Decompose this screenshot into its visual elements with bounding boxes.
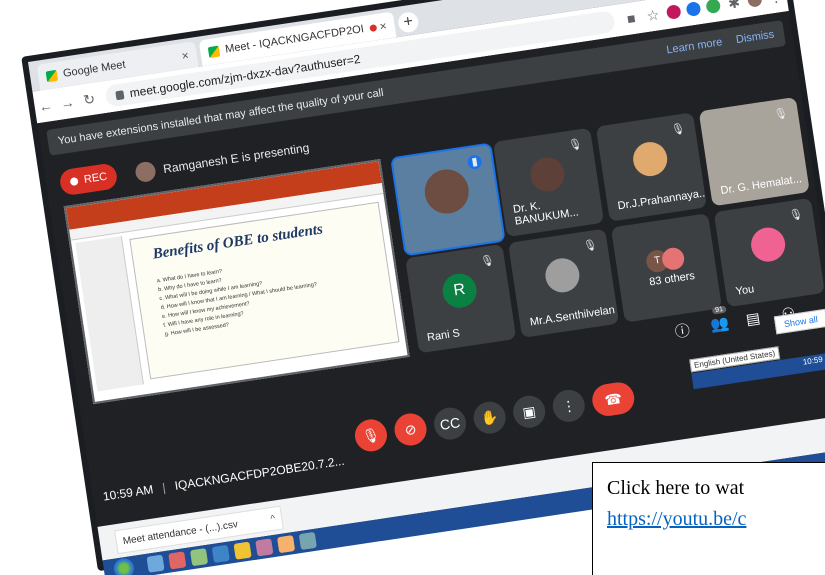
extension-icon[interactable] xyxy=(705,0,722,15)
record-dot-icon xyxy=(69,176,79,187)
mic-off-icon: 🎙 xyxy=(788,208,804,223)
rec-label: REC xyxy=(83,170,108,186)
mic-off-icon: 🎙 xyxy=(582,238,599,253)
recording-badge: REC xyxy=(58,162,119,197)
profile-avatar[interactable] xyxy=(746,0,763,8)
participant-tile-self[interactable]: 🎙 You xyxy=(713,197,825,308)
extension-icon[interactable] xyxy=(665,4,682,20)
avatar xyxy=(543,256,582,295)
start-button-icon[interactable] xyxy=(112,557,136,575)
taskbar-app-icon[interactable] xyxy=(189,548,209,567)
chevron-up-icon[interactable]: ^ xyxy=(270,513,276,525)
taskbar-app-icon[interactable] xyxy=(277,535,296,554)
puzzle-icon[interactable]: ✱ xyxy=(722,0,746,13)
taskbar-app-icon[interactable] xyxy=(211,544,230,563)
participant-tile[interactable]: 🎙 Dr. K. BANUKUM... xyxy=(492,127,605,238)
separator: | xyxy=(161,480,167,495)
participant-tile[interactable]: R 🎙 Rani S xyxy=(405,243,517,354)
participant-name: Dr. K. BANUKUM... xyxy=(512,199,580,228)
captions-button[interactable]: CC xyxy=(431,405,469,442)
caption-text: Click here to wat xyxy=(607,477,745,499)
participant-tile-others[interactable]: T 83 others xyxy=(610,213,723,323)
participant-name: Dr. G. Hemalat... xyxy=(719,172,803,197)
taskbar-app-icon[interactable] xyxy=(255,538,274,557)
tab-label: Google Meet xyxy=(62,58,127,80)
reload-icon[interactable]: ↻ xyxy=(77,89,101,109)
meet-favicon-icon xyxy=(207,45,221,58)
avatar xyxy=(630,140,670,179)
participant-name: Mr.A.Senthilvelan xyxy=(529,304,616,329)
dismiss-button[interactable]: Dismiss xyxy=(735,28,775,46)
participant-tile[interactable]: 🎙 Mr.A.Senthilvelan xyxy=(508,228,620,338)
recording-indicator-icon xyxy=(369,23,378,32)
photo-frame: Google Meet × Meet - IQACKNGACFDP2OI × +… xyxy=(0,0,825,575)
slide-canvas: Benefits of OBE to students a. What do I… xyxy=(129,201,400,380)
kebab-menu-icon[interactable]: ⋮ xyxy=(763,0,787,7)
extension-icon[interactable] xyxy=(685,1,702,18)
mic-off-icon: 🎙 xyxy=(479,254,496,269)
lock-icon xyxy=(115,89,125,100)
participant-tile-speaker[interactable]: ▮ xyxy=(390,142,506,257)
new-tab-button[interactable]: + xyxy=(396,10,420,34)
mic-off-icon: 🎙 xyxy=(670,122,686,137)
speaking-indicator-icon: ▮ xyxy=(466,154,483,171)
taskbar-app-icon[interactable] xyxy=(146,554,165,573)
chat-icon[interactable]: ▤ xyxy=(745,309,762,329)
participant-name: You xyxy=(734,283,756,298)
camera-icon[interactable]: ■ xyxy=(619,9,643,28)
participant-name: Dr.J.Prahannaya... xyxy=(616,187,707,213)
mic-toggle-button[interactable]: 🎙 xyxy=(352,417,390,454)
people-icon[interactable]: 👥 xyxy=(709,313,730,334)
slide-bullets: a. What do I have to learn? b. Why do I … xyxy=(156,255,321,341)
leave-call-button[interactable]: ☎ xyxy=(590,380,637,419)
forward-arrow-icon[interactable]: → xyxy=(55,93,79,112)
taskbar-app-icon[interactable] xyxy=(298,531,317,550)
raise-hand-button[interactable]: ✋ xyxy=(471,399,508,436)
learn-more-link[interactable]: Learn more xyxy=(666,36,723,56)
participant-tile[interactable]: 🎙 Dr.J.Prahannaya... xyxy=(595,112,707,222)
avatar xyxy=(748,225,788,265)
participant-tile[interactable]: 🎙 Dr. G. Hemalat... xyxy=(698,96,810,207)
monitor-screen: Google Meet × Meet - IQACKNGACFDP2OI × +… xyxy=(21,0,825,575)
taskbar-app-icon[interactable] xyxy=(168,551,187,570)
avatar: R xyxy=(440,271,479,311)
presenting-text: Ramganesh E is presenting xyxy=(162,140,311,177)
participant-name: 83 others xyxy=(648,269,696,289)
participant-name: Rani S xyxy=(426,327,461,344)
present-button[interactable]: ▣ xyxy=(511,393,548,430)
close-tab-icon[interactable]: × xyxy=(379,19,388,34)
more-options-button[interactable]: ⋮ xyxy=(550,387,587,425)
star-icon[interactable]: ☆ xyxy=(641,5,665,25)
meet-favicon-icon xyxy=(45,69,59,82)
camera-toggle-button[interactable]: ⊘ xyxy=(392,411,429,448)
back-arrow-icon[interactable]: ← xyxy=(34,96,58,115)
mic-off-icon: 🎙 xyxy=(567,138,584,152)
mic-off-icon: 🎙 xyxy=(773,107,789,122)
youtube-link[interactable]: https://youtu.be/c xyxy=(607,508,825,531)
caption-box: Click here to wat https://youtu.be/c xyxy=(592,462,825,575)
participant-video xyxy=(421,166,472,217)
avatar xyxy=(528,155,567,195)
info-icon[interactable]: ⓘ xyxy=(673,319,691,342)
close-tab-icon[interactable]: × xyxy=(181,48,190,63)
avatar xyxy=(134,160,157,184)
shared-screen: Benefits of OBE to students a. What do I… xyxy=(63,159,410,405)
taskbar-app-icon[interactable] xyxy=(233,541,252,560)
